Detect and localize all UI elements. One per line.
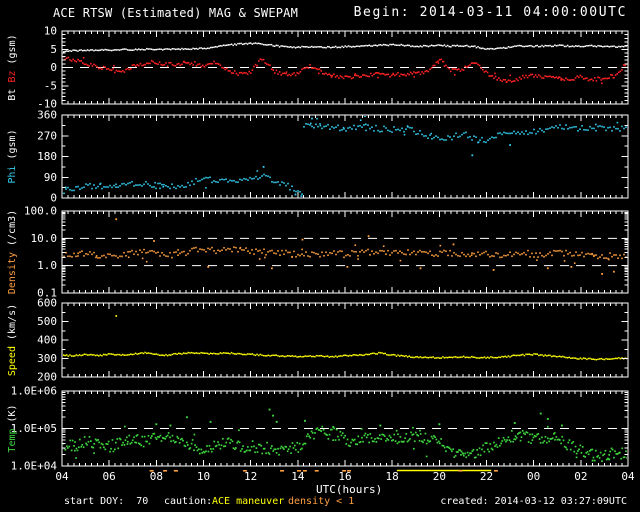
density-flag bbox=[302, 470, 307, 472]
y-axis-title-density: Density (/cm3) bbox=[7, 210, 18, 294]
y-tick-label: 600 bbox=[37, 297, 57, 310]
density-flag bbox=[458, 470, 463, 472]
y-tick-label: 0 bbox=[50, 61, 57, 74]
density-flag bbox=[280, 470, 285, 472]
y-tick-label: -5 bbox=[44, 79, 57, 92]
density-flag bbox=[297, 470, 302, 472]
data-layer-speed bbox=[63, 315, 627, 361]
panel-speed: 600 500 400 300 200 Speed (km/s) bbox=[7, 297, 629, 384]
density-flag bbox=[314, 470, 319, 472]
y-tick-label: 5 bbox=[50, 43, 57, 56]
data-layer-mag bbox=[63, 42, 627, 85]
density-flag bbox=[149, 470, 154, 472]
y-tick-label: 200 bbox=[37, 371, 57, 384]
y-tick-label: 500 bbox=[37, 315, 57, 328]
density-flag bbox=[342, 470, 347, 472]
caution-label: caution: bbox=[164, 496, 213, 507]
density-flag bbox=[163, 470, 168, 472]
plot-canvas: 1050-5-10Bt Bz (gsm)360270180900Phi (gsm… bbox=[7, 25, 635, 484]
y-tick-label: 300 bbox=[37, 352, 57, 365]
caution-density-label: density < 1 bbox=[288, 496, 355, 507]
caution-maneuver-label: ACE maneuver bbox=[212, 496, 285, 507]
x-tick-label: 02 bbox=[574, 470, 587, 483]
y-tick-label: 270 bbox=[37, 129, 57, 142]
panel-density: 100.010.01.00.1Density (/cm3) bbox=[7, 205, 629, 300]
density-flag bbox=[173, 470, 178, 472]
x-tick-label: 22 bbox=[480, 470, 493, 483]
y-axis-title-phi: Phi (gsm) bbox=[7, 129, 18, 183]
y-tick-label: 1.0E+06 bbox=[11, 385, 57, 398]
ace-rtsw-screen: ACE RTSW (Estimated) MAG & SWEPAM Begin:… bbox=[0, 0, 640, 512]
created-timestamp: created: 2014-03-12 03:27:09UTC bbox=[440, 496, 627, 507]
density-flag bbox=[243, 470, 248, 472]
data-layer-temp bbox=[63, 408, 627, 462]
x-tick-label: 12 bbox=[244, 470, 257, 483]
density-flag bbox=[347, 470, 352, 472]
y-axis-title-mag: Bt Bz (gsm) bbox=[7, 34, 18, 100]
x-tick-label: 04 bbox=[55, 470, 69, 483]
y-tick-label: 360 bbox=[37, 109, 57, 122]
panel-frame bbox=[61, 302, 629, 378]
x-tick-label: 08 bbox=[150, 470, 163, 483]
data-layer-density bbox=[63, 218, 627, 275]
data-layer-phi bbox=[63, 116, 627, 197]
y-tick-label: 180 bbox=[37, 150, 57, 163]
y-tick-label: 90 bbox=[44, 171, 57, 184]
y-tick-label: 1.0 bbox=[37, 259, 57, 272]
panel-phi: 360 270 180 90 0 Phi (gsm) bbox=[7, 109, 629, 205]
x-tick-label: 14 bbox=[291, 470, 305, 483]
x-tick-label: 04 bbox=[621, 470, 635, 483]
y-tick-label: 10 bbox=[44, 25, 57, 38]
y-tick-label: 10.0 bbox=[31, 232, 58, 245]
panel-temp: 1.0E+061.0E+051.0E+04Temp (K) bbox=[7, 385, 629, 473]
panel-frame bbox=[61, 210, 629, 294]
density-flag bbox=[493, 470, 498, 472]
x-tick-label: 18 bbox=[386, 470, 399, 483]
x-tick-label: 10 bbox=[197, 470, 210, 483]
y-tick-label: 1.0E+04 bbox=[11, 460, 58, 473]
y-tick-label: 400 bbox=[37, 334, 57, 347]
y-tick-label: 100.0 bbox=[24, 205, 57, 218]
panel-mag: 1050-5-10Bt Bz (gsm) bbox=[7, 25, 629, 111]
x-tick-label: 20 bbox=[433, 470, 446, 483]
y-tick-label: 0 bbox=[50, 192, 57, 205]
x-tick-label: 00 bbox=[527, 470, 540, 483]
x-tick-label: 06 bbox=[103, 470, 116, 483]
y-axis-title-temp: Temp (K) bbox=[7, 404, 18, 452]
x-tick-label: 16 bbox=[338, 470, 351, 483]
panel-frame bbox=[61, 114, 629, 199]
y-axis-title-speed: Speed (km/s) bbox=[7, 304, 18, 376]
start-doy-label: start DOY: 70 bbox=[64, 496, 149, 507]
